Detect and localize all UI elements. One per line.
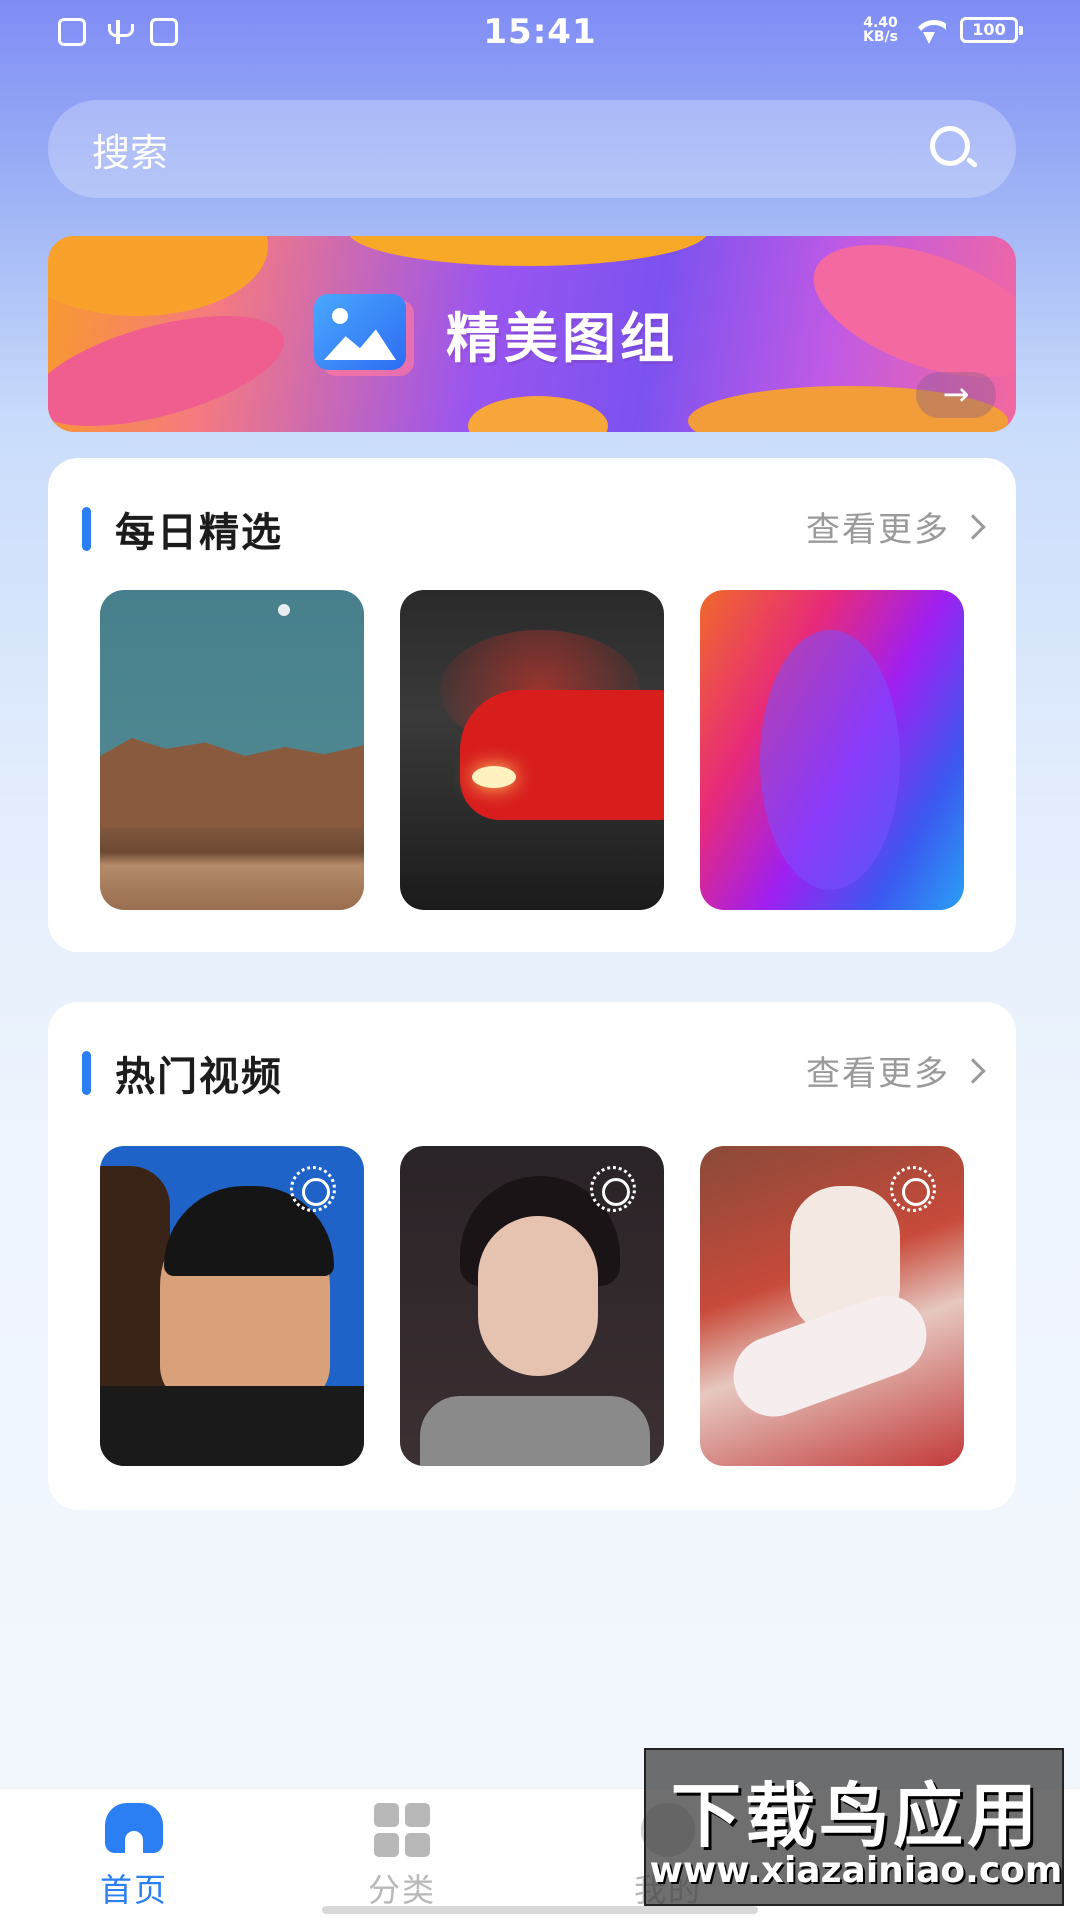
- red-car-thumbnail[interactable]: [400, 590, 664, 910]
- view-more-label: 查看更多: [806, 1054, 950, 1094]
- view-more-link[interactable]: 查看更多: [806, 1046, 986, 1095]
- search-input[interactable]: 搜索: [92, 122, 168, 177]
- landscape-thumbnail[interactable]: [100, 590, 364, 910]
- network-speed-unit: KB/s: [863, 29, 898, 45]
- banner-blob: [48, 236, 268, 316]
- tab-home[interactable]: 首页: [54, 1803, 214, 1911]
- chevron-right-icon: [960, 1057, 986, 1084]
- live-photo-icon: [590, 1166, 636, 1212]
- banner-gallery[interactable]: 精美图组 →: [48, 236, 1016, 432]
- section-accent-bar: [82, 507, 91, 551]
- section-title: 热门视频: [115, 1054, 283, 1100]
- status-icons-right: 4.40 KB/s 100: [863, 16, 1023, 44]
- thumbnail-row: [100, 590, 964, 910]
- search-bar[interactable]: 搜索: [48, 100, 1016, 198]
- grid-icon: [374, 1803, 430, 1857]
- daily-picks-section: 每日精选 查看更多: [48, 458, 1016, 952]
- view-more-label: 查看更多: [806, 510, 950, 550]
- network-speed: 4.40 KB/s: [863, 16, 898, 44]
- banner-blob: [468, 396, 608, 432]
- woman-portrait-video[interactable]: [400, 1146, 664, 1466]
- home-icon: [103, 1803, 165, 1857]
- section-header: 每日精选: [82, 500, 283, 558]
- arrow-right-icon[interactable]: →: [916, 372, 996, 418]
- tab-category[interactable]: 分类: [322, 1803, 482, 1911]
- view-more-link[interactable]: 查看更多: [806, 502, 986, 551]
- watermark-url: www.xiazainiao.com: [649, 1850, 1063, 1891]
- section-header: 热门视频: [82, 1044, 283, 1102]
- live-photo-icon: [290, 1166, 336, 1212]
- gradient-thumbnail[interactable]: [700, 590, 964, 910]
- tab-label: 首页: [99, 1871, 168, 1909]
- banner-blob: [348, 236, 708, 266]
- section-title: 每日精选: [115, 510, 283, 556]
- watermark: 下载鸟应用 www.xiazainiao.com: [644, 1748, 1064, 1906]
- status-bar: 15:41 4.40 KB/s 100: [0, 0, 1080, 70]
- watermark-title: 下载鸟应用: [671, 1775, 1041, 1857]
- anime-girl-video[interactable]: [700, 1146, 964, 1466]
- battery-icon: 100: [960, 17, 1023, 43]
- wifi-icon: [912, 16, 946, 44]
- live-photo-icon: [890, 1166, 936, 1212]
- section-accent-bar: [82, 1051, 91, 1095]
- banner-blob: [48, 293, 296, 432]
- home-indicator[interactable]: [322, 1906, 758, 1914]
- banner-title: 精美图组: [446, 307, 678, 370]
- surprised-man-video[interactable]: [100, 1146, 364, 1466]
- hot-videos-section: 热门视频 查看更多: [48, 1002, 1016, 1510]
- search-icon[interactable]: [930, 126, 978, 172]
- video-thumbnail-row: [100, 1146, 964, 1466]
- tab-label: 分类: [367, 1871, 436, 1909]
- image-gallery-icon: [314, 294, 406, 370]
- chevron-right-icon: [960, 513, 986, 540]
- network-speed-value: 4.40: [863, 15, 898, 31]
